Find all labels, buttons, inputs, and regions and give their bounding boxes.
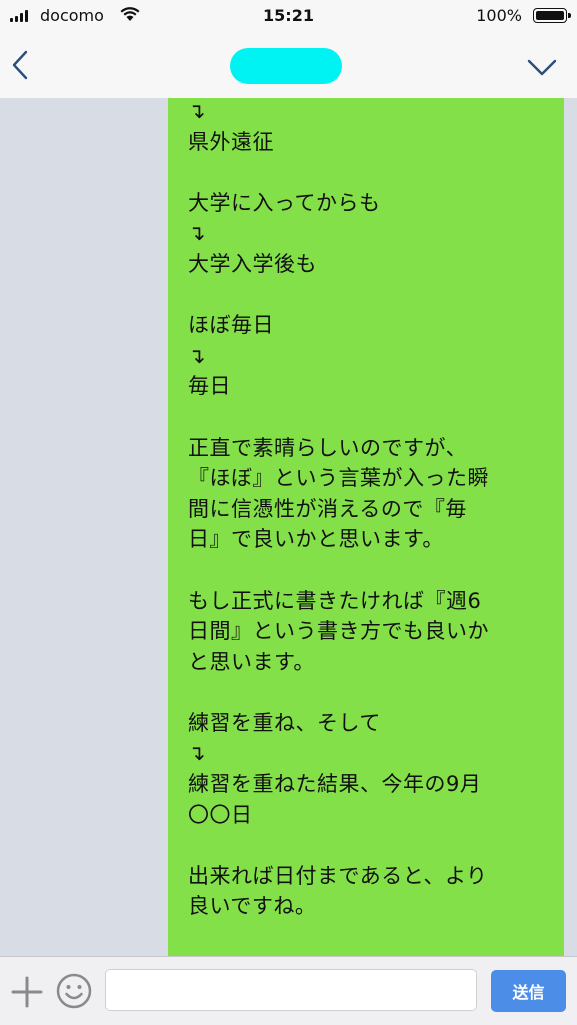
smiley-icon[interactable] bbox=[56, 973, 92, 1009]
battery-icon bbox=[533, 8, 571, 23]
input-bar: 送信 bbox=[0, 956, 577, 1025]
status-bar: docomo 15:21 100% bbox=[0, 0, 577, 32]
chat-area[interactable]: ↴ 県外遠征 大学に入ってからも ↴ 大学入学後も ほぼ毎日 ↴ 毎日 正直で素… bbox=[0, 98, 577, 956]
send-button[interactable]: 送信 bbox=[491, 970, 566, 1012]
redacted-contact-name bbox=[230, 48, 342, 84]
plus-icon[interactable] bbox=[10, 975, 44, 1009]
battery-percentage: 100% bbox=[476, 6, 522, 25]
chevron-down-icon[interactable] bbox=[525, 52, 559, 82]
message-input[interactable] bbox=[105, 969, 477, 1011]
chevron-left-icon[interactable] bbox=[8, 46, 38, 84]
message-text: ↴ 県外遠征 大学に入ってからも ↴ 大学入学後も ほぼ毎日 ↴ 毎日 正直で素… bbox=[188, 99, 489, 956]
battery-fill bbox=[536, 11, 564, 20]
chat-header bbox=[0, 32, 577, 99]
message-bubble[interactable]: ↴ 県外遠征 大学に入ってからも ↴ 大学入学後も ほぼ毎日 ↴ 毎日 正直で素… bbox=[168, 98, 564, 956]
